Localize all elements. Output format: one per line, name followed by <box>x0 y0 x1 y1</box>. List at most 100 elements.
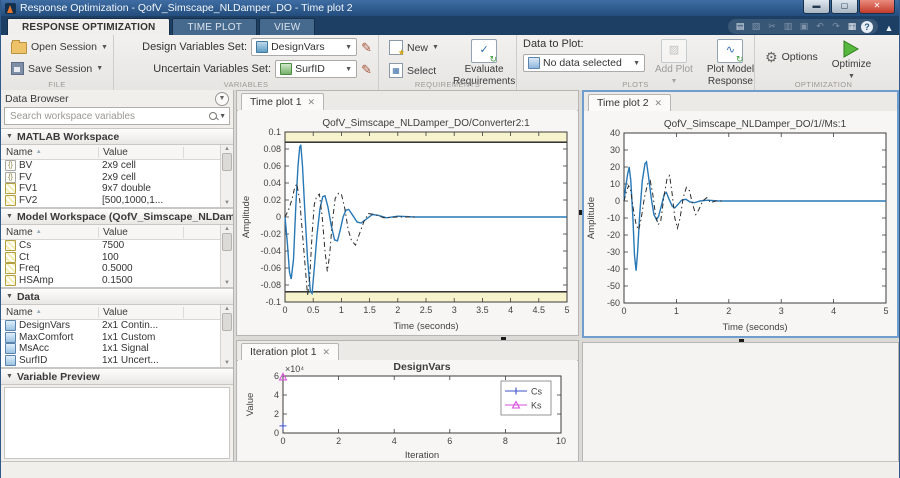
column-header-name[interactable]: Name▲ <box>1 307 99 318</box>
minimize-button[interactable]: ▬ <box>803 0 830 14</box>
section-header-variable-preview[interactable]: ▼ Variable Preview <box>1 368 233 385</box>
column-header-value[interactable]: Value <box>99 307 184 318</box>
paste-icon[interactable]: ▣ <box>797 20 811 33</box>
column-header-name[interactable]: Name▲ <box>1 147 99 158</box>
design-variables-combo[interactable]: DesignVars ▼ <box>251 38 357 56</box>
cut-icon[interactable]: ✂ <box>765 20 779 33</box>
section-header-matlab-workspace[interactable]: ▼ MATLAB Workspace <box>1 128 233 145</box>
table-row[interactable]: FV2[500,1000,1... <box>1 195 233 207</box>
tab-time-plot-2[interactable]: Time plot 2 ✕ <box>588 94 671 112</box>
save-icon[interactable]: ▨ <box>749 20 763 33</box>
uncertain-variables-combo[interactable]: SurfID ▼ <box>275 60 357 78</box>
column-header-value[interactable]: Value <box>99 147 184 158</box>
table-row[interactable]: MsAcc1x1 Signal <box>1 343 233 355</box>
variable-type-icon <box>5 195 16 206</box>
ribbon-section-plots: Data to Plot: No data selected ▼ ▨ Add P… <box>517 35 755 90</box>
dropdown-caret-icon: ▼ <box>345 66 352 73</box>
svg-text:Time (seconds): Time (seconds) <box>722 322 787 333</box>
section-header-model-workspace[interactable]: ▼ Model Workspace (QofV_Simscape_NLDampe… <box>1 208 233 225</box>
open-session-button[interactable]: Open Session▼ <box>7 38 112 56</box>
new-requirement-button[interactable]: ★ New▼ <box>385 38 443 57</box>
column-header-value[interactable]: Value <box>99 227 184 238</box>
new-script-icon[interactable]: ▤ <box>733 20 747 33</box>
splitter-handle[interactable] <box>501 337 506 340</box>
matlab-logo-icon <box>5 3 16 14</box>
svg-text:0: 0 <box>273 428 278 438</box>
svg-text:4: 4 <box>273 390 278 400</box>
time-plot-2-tab-bar: Time plot 2 ✕ <box>584 92 897 112</box>
tab-iteration-plot-1[interactable]: Iteration plot 1 ✕ <box>241 343 339 361</box>
maximize-button[interactable]: ▢ <box>831 0 858 14</box>
table-row[interactable]: FV2x9 cell <box>1 172 233 184</box>
search-icon[interactable] <box>208 111 219 122</box>
table-row[interactable]: Freq0.5000 <box>1 263 233 275</box>
dropdown-caret-icon: ▼ <box>633 60 640 67</box>
scrollbar[interactable]: ▲▼ <box>220 305 233 367</box>
tab-response-optimization[interactable]: RESPONSE OPTIMIZATION <box>7 18 170 35</box>
plot-data-icon <box>528 57 540 69</box>
save-session-button[interactable]: Save Session▼ <box>7 60 112 77</box>
svg-text:3.5: 3.5 <box>476 305 489 315</box>
table-row[interactable]: DesignVars2x1 Contin... <box>1 320 233 332</box>
redo-icon[interactable]: ↷ <box>829 20 843 33</box>
undo-icon[interactable]: ↶ <box>813 20 827 33</box>
close-button[interactable]: ✕ <box>859 0 895 14</box>
splitter-handle[interactable] <box>579 210 582 215</box>
column-header-name[interactable]: Name▲ <box>1 227 99 238</box>
svg-text:10: 10 <box>555 436 565 446</box>
collapse-icon: ▼ <box>6 373 13 380</box>
scrollbar[interactable]: ▲▼ <box>220 145 233 207</box>
search-options-caret-icon[interactable]: ▼ <box>219 113 226 120</box>
help-icon[interactable]: ? <box>861 21 873 33</box>
tab-time-plot-1[interactable]: Time plot 1 ✕ <box>241 93 324 111</box>
splitter-handle[interactable] <box>739 339 744 342</box>
search-input[interactable] <box>8 110 208 123</box>
options-button[interactable]: ⚙ Options <box>761 48 822 66</box>
table-row[interactable]: MaxComfort1x1 Custom <box>1 332 233 344</box>
table-row[interactable]: SurfID1x1 Uncert... <box>1 355 233 367</box>
table-row[interactable]: BV2x9 cell <box>1 160 233 172</box>
svg-text:-20: -20 <box>606 230 619 240</box>
scrollbar-thumb[interactable] <box>222 233 232 251</box>
svg-text:Time (seconds): Time (seconds) <box>393 321 458 332</box>
svg-text:5: 5 <box>564 305 569 315</box>
variable-type-icon <box>5 172 16 183</box>
scrollbar-thumb[interactable] <box>222 313 232 331</box>
svg-text:Amplitude: Amplitude <box>586 197 597 239</box>
svg-text:0.1: 0.1 <box>268 127 281 137</box>
svg-text:4: 4 <box>831 306 836 316</box>
section-header-data[interactable]: ▼ Data <box>1 288 233 305</box>
dropdown-caret-icon: ▼ <box>96 65 103 72</box>
select-requirement-button[interactable]: ▦ Select <box>385 61 443 80</box>
table-row[interactable]: FV19x7 double <box>1 183 233 195</box>
scrollbar[interactable]: ▲▼ <box>220 225 233 287</box>
table-row[interactable]: Cs7500 <box>1 240 233 252</box>
copy-icon[interactable]: ▥ <box>781 20 795 33</box>
table-row[interactable]: Ct100 <box>1 252 233 264</box>
svg-text:0.04: 0.04 <box>263 178 281 188</box>
svg-text:QofV_Simscape_NLDamper_DO/1//M: QofV_Simscape_NLDamper_DO/1//Ms:1 <box>663 119 846 130</box>
edit-design-variables-icon[interactable]: ✎ <box>361 41 372 54</box>
play-icon <box>841 40 861 58</box>
edit-uncertain-variables-icon[interactable]: ✎ <box>361 63 372 76</box>
svg-text:10: 10 <box>609 179 619 189</box>
evaluate-requirements-icon: ✓↻ <box>471 39 497 63</box>
minimize-ribbon-icon[interactable]: ▲ <box>882 22 896 35</box>
optimize-button[interactable]: Optimize ▼ <box>828 38 875 83</box>
window-layout-icon[interactable]: ▦ <box>845 20 859 33</box>
svg-text:-0.02: -0.02 <box>260 229 281 239</box>
tab-time-plot[interactable]: TIME PLOT <box>172 18 257 35</box>
status-bar <box>1 461 899 478</box>
panel-menu-icon[interactable]: ▼ <box>215 92 229 106</box>
table-row[interactable]: HSAmp0.1500 <box>1 275 233 287</box>
close-tab-icon[interactable]: ✕ <box>655 99 663 108</box>
data-to-plot-combo[interactable]: No data selected ▼ <box>523 54 645 72</box>
svg-text:Amplitude: Amplitude <box>241 196 252 238</box>
scrollbar-thumb[interactable] <box>222 153 232 171</box>
sort-ascending-icon: ▲ <box>36 309 42 315</box>
select-requirement-icon: ▦ <box>389 63 403 78</box>
close-tab-icon[interactable]: ✕ <box>323 348 331 357</box>
time-plot-1-pane: Time plot 1 ✕ 00.511.522.533.544.55-0.1-… <box>236 90 579 336</box>
tab-view[interactable]: VIEW <box>259 18 315 35</box>
close-tab-icon[interactable]: ✕ <box>308 98 316 107</box>
